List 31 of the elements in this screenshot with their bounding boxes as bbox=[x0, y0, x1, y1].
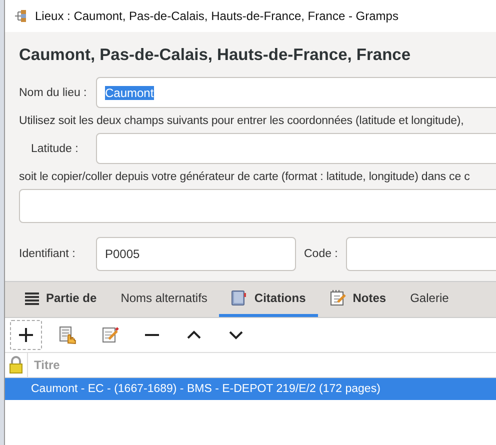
code-field[interactable] bbox=[346, 237, 496, 271]
hand-document-icon bbox=[59, 326, 77, 344]
tab[interactable]: Notes bbox=[318, 282, 398, 317]
book-icon bbox=[231, 290, 248, 306]
plus-icon bbox=[18, 327, 34, 343]
field-label: Identifiant : bbox=[19, 248, 76, 260]
tab[interactable]: Noms alternatifs bbox=[108, 282, 220, 317]
field-label: Nom du lieu : bbox=[19, 86, 88, 98]
tree-icon bbox=[14, 9, 28, 23]
menu-icon bbox=[25, 292, 39, 304]
table-cell: Caumont - EC - (1667-1689) - BMS - E-DEPOT 219/E/2 (172 pages) bbox=[31, 383, 380, 395]
citation-row[interactable]: Caumont - EC - (1667-1689) - BMS - E-DEPOT 219/E/2 (172 pages) bbox=[5, 378, 496, 400]
notepad-icon bbox=[330, 290, 346, 306]
coordinates-hint: Utilisez soit les deux champs suivants pour entrer les coordonnées (latitude et longitude), bbox=[19, 115, 465, 127]
add-button[interactable] bbox=[10, 320, 42, 350]
id-field[interactable]: P0005 bbox=[96, 237, 296, 271]
field-label: Latitude : bbox=[30, 142, 80, 154]
pencil-document-icon bbox=[101, 326, 119, 344]
minus-icon bbox=[145, 334, 159, 336]
field-label: Code : bbox=[304, 248, 338, 260]
coordinates-field[interactable] bbox=[19, 189, 496, 223]
lock-icon bbox=[9, 356, 23, 374]
field-value: P0005 bbox=[105, 247, 140, 261]
place-name-field[interactable]: Caumont bbox=[96, 77, 496, 108]
tab[interactable]: Partie de bbox=[13, 282, 109, 317]
tab[interactable]: Galerie bbox=[398, 282, 461, 317]
place-heading: Caumont, Pas-de-Calais, Hauts-de-France, France bbox=[19, 46, 412, 65]
paste-hint: soit le copier/coller depuis votre générateur de carte (format : latitude, longitude) dans ce c bbox=[19, 171, 471, 183]
window-title: Lieux : Caumont, Pas-de-Calais, Hauts-de-France, France - Gramps bbox=[35, 9, 398, 23]
field-value: Caumont bbox=[105, 86, 154, 100]
latitude-field[interactable] bbox=[96, 133, 496, 164]
